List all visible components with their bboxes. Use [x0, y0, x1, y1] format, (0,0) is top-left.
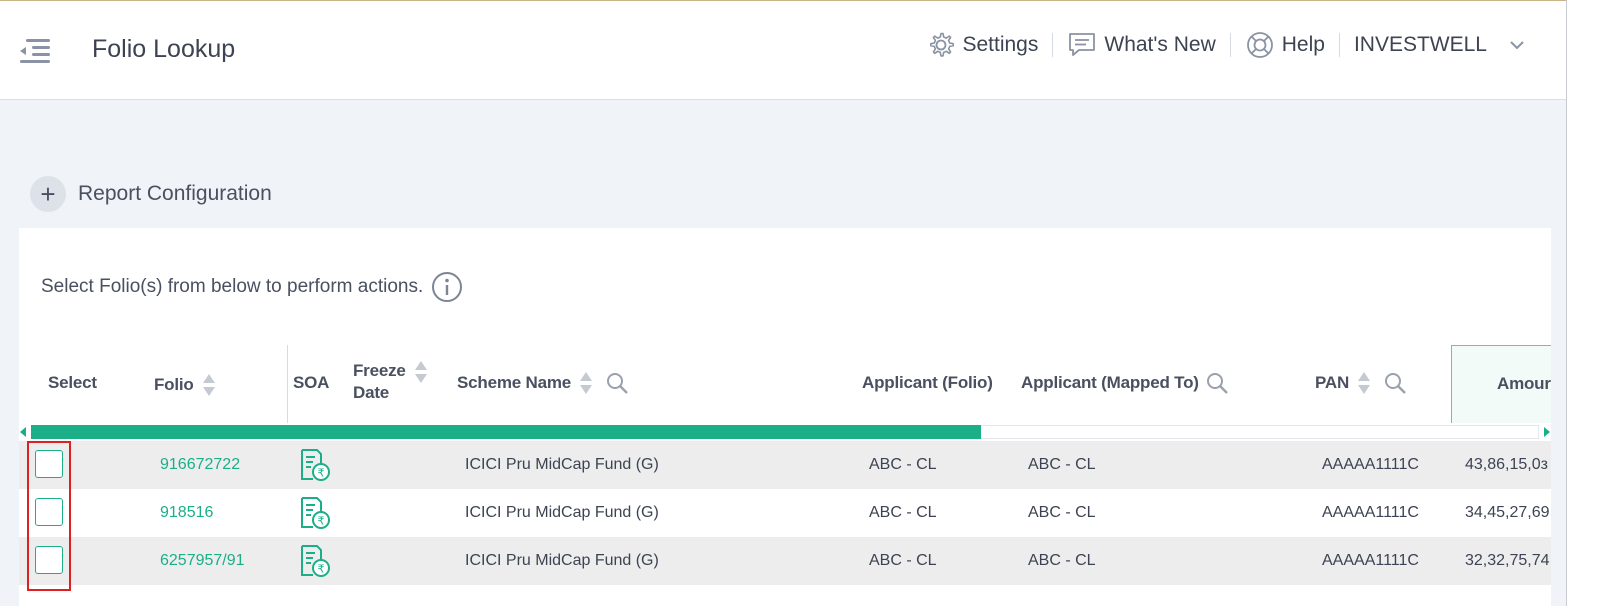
folio-number-link[interactable]: 918516 — [160, 489, 213, 537]
nav-divider — [1052, 33, 1054, 57]
column-header-soa: SOA — [293, 373, 330, 392]
nav-divider — [1229, 33, 1231, 57]
column-header-folio[interactable]: Folio — [154, 373, 216, 397]
user-name: INVESTWELL — [1353, 33, 1487, 56]
window-edge — [1566, 0, 1600, 606]
pan-cell: AAAAA1111C — [1322, 504, 1419, 521]
amount-cell: 43,86,15,0з — [1465, 456, 1548, 473]
statement-icon[interactable]: ₹ — [299, 537, 331, 585]
sort-icon[interactable] — [202, 373, 216, 397]
table-body: 916672722 ₹ ICICI Pru MidCap Fund (G) AB… — [19, 441, 1551, 585]
pan-cell: AAAAA1111C — [1322, 552, 1419, 569]
sort-icon[interactable] — [414, 360, 428, 384]
applicant-folio-cell: ABC - CL — [869, 552, 937, 569]
row-select-checkbox[interactable] — [35, 450, 63, 478]
folio-table: Select Folio SOA Freeze Date Scheme Name… — [19, 345, 1551, 606]
column-header-freeze-date[interactable]: Freeze Date — [353, 360, 428, 404]
column-header-applicant-mapped[interactable]: Applicant (Mapped To) — [1021, 371, 1229, 395]
folio-number-link[interactable]: 6257957/91 — [160, 537, 245, 585]
row-select-checkbox[interactable] — [35, 546, 63, 574]
scroll-left-arrow-icon[interactable] — [20, 427, 26, 437]
table-row: 916672722 ₹ ICICI Pru MidCap Fund (G) AB… — [19, 441, 1551, 489]
applicant-mapped-cell: ABC - CL — [1028, 456, 1096, 473]
settings-link[interactable]: Settings — [927, 31, 1038, 59]
instruction-text: Select Folio(s) from below to perform ac… — [41, 271, 463, 303]
whats-new-link[interactable]: What's New — [1067, 31, 1216, 59]
statement-icon[interactable]: ₹ — [299, 441, 331, 489]
column-header-amount-label: Amour — [1497, 374, 1551, 393]
sort-icon[interactable] — [1357, 371, 1371, 395]
top-bar: Folio Lookup Settings What's New Help IN… — [0, 0, 1566, 100]
column-header-applicant-mapped-label: Applicant (Mapped To) — [1021, 373, 1199, 392]
column-header-folio-label: Folio — [154, 375, 194, 394]
column-header-select: Select — [48, 373, 97, 392]
scheme-name-cell: ICICI Pru MidCap Fund (G) — [465, 456, 659, 473]
message-icon — [1069, 33, 1096, 56]
lifebuoy-icon — [1246, 32, 1273, 58]
svg-text:₹: ₹ — [318, 563, 325, 576]
help-label: Help — [1281, 33, 1325, 56]
menu-collapse-icon[interactable] — [18, 35, 52, 69]
column-divider — [287, 345, 288, 423]
chevron-down-icon — [1510, 41, 1524, 50]
amount-cell: 34,45,27,69 — [1465, 504, 1550, 521]
column-header-freeze-line1: Freeze — [353, 361, 406, 380]
column-header-scheme-name[interactable]: Scheme Name — [457, 371, 629, 395]
statement-icon[interactable]: ₹ — [299, 489, 331, 537]
sort-icon[interactable] — [579, 371, 593, 395]
column-header-scheme-label: Scheme Name — [457, 373, 572, 392]
column-header-pan[interactable]: PAN — [1315, 371, 1407, 395]
column-header-applicant-folio: Applicant (Folio) — [862, 373, 993, 392]
pan-cell: AAAAA1111C — [1322, 456, 1419, 473]
applicant-folio-cell: ABC - CL — [869, 504, 937, 521]
folio-panel: Select Folio(s) from below to perform ac… — [19, 228, 1551, 606]
info-icon[interactable] — [431, 271, 463, 303]
column-header-pan-label: PAN — [1315, 373, 1350, 392]
applicant-folio-cell: ABC - CL — [869, 456, 937, 473]
applicant-mapped-cell: ABC - CL — [1028, 552, 1096, 569]
column-header-amount[interactable]: Amour — [1451, 345, 1551, 423]
user-menu[interactable]: INVESTWELL — [1354, 33, 1532, 57]
svg-text:₹: ₹ — [318, 467, 325, 480]
search-icon[interactable] — [605, 371, 629, 395]
whats-new-label: What's New — [1104, 33, 1216, 56]
plus-icon: + — [30, 176, 66, 212]
scheme-name-cell: ICICI Pru MidCap Fund (G) — [465, 552, 659, 569]
instruction-label: Select Folio(s) from below to perform ac… — [41, 276, 424, 297]
row-select-checkbox[interactable] — [35, 498, 63, 526]
amount-cell: 32,32,75,74 — [1465, 552, 1550, 569]
table-header: Select Folio SOA Freeze Date Scheme Name… — [19, 345, 1551, 423]
scroll-thumb[interactable] — [31, 425, 981, 439]
settings-label: Settings — [962, 33, 1039, 56]
applicant-mapped-cell: ABC - CL — [1028, 504, 1096, 521]
search-icon[interactable] — [1205, 371, 1229, 395]
column-header-freeze-line2: Date — [353, 383, 390, 402]
gear-icon — [930, 32, 955, 57]
page-title: Folio Lookup — [92, 35, 236, 63]
help-link[interactable]: Help — [1245, 30, 1325, 60]
search-icon[interactable] — [1383, 371, 1407, 395]
nav-divider — [1338, 33, 1340, 57]
top-nav: Settings What's New Help INVESTWELL — [927, 29, 1532, 61]
scroll-right-arrow-icon[interactable] — [1544, 427, 1550, 437]
table-row: 6257957/91 ₹ ICICI Pru MidCap Fund (G) A… — [19, 537, 1551, 585]
horizontal-scrollbar[interactable] — [19, 423, 1551, 441]
table-row: 918516 ₹ ICICI Pru MidCap Fund (G) ABC -… — [19, 489, 1551, 537]
folio-number-link[interactable]: 916672722 — [160, 441, 240, 489]
scheme-name-cell: ICICI Pru MidCap Fund (G) — [465, 504, 659, 521]
report-configuration-label: Report Configuration — [78, 182, 272, 205]
report-configuration-toggle[interactable]: + Report Configuration — [30, 176, 272, 212]
svg-text:₹: ₹ — [318, 515, 325, 528]
